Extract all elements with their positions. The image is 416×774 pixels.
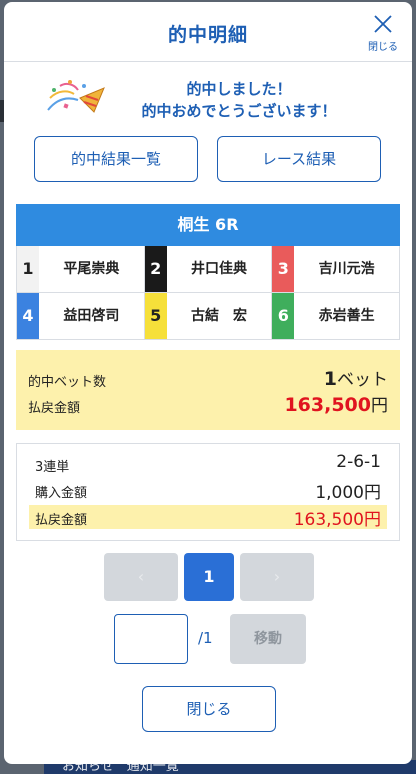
current-page-button[interactable]: 1 bbox=[184, 553, 234, 601]
next-page-button[interactable]: › bbox=[240, 553, 314, 601]
modal-header: 的中明細 閉じる bbox=[4, 2, 412, 62]
pagination: ‹ 1 › bbox=[104, 553, 314, 603]
race-result-button[interactable]: レース結果 bbox=[217, 136, 381, 182]
racer-grid: 1 平尾崇典 2 井口佳典 3 吉川元浩 4 益田啓司 5 古結 宏 6 赤岩善生 bbox=[16, 246, 400, 340]
hit-message-line1: 的中しました！ bbox=[186, 80, 292, 98]
move-button[interactable]: 移動 bbox=[230, 614, 306, 664]
close-button[interactable]: 閉じる bbox=[142, 686, 276, 732]
racer-number: 5 bbox=[144, 293, 167, 339]
bet-detail: 3連単 2-6-1 購入金額 1,000円 払戻金額 163,500円 bbox=[16, 443, 400, 541]
racer-cell: 2 井口佳典 bbox=[144, 246, 273, 293]
hit-detail-modal: 的中明細 閉じる 的中しました！ 的中おめでとうございます！ 的中結果一覧 レー… bbox=[4, 2, 412, 764]
racer-name: 井口佳典 bbox=[190, 261, 247, 277]
race-card: 桐生 6R 1 平尾崇典 2 井口佳典 3 吉川元浩 4 益田啓司 5 古結 宏 6 赤岩善生 bbox=[16, 204, 400, 340]
racer-name: 古結 宏 bbox=[190, 308, 247, 324]
party-popper-icon bbox=[47, 80, 105, 113]
hit-summary: 的中ベット数 1ベット 払戻金額 163,500円 bbox=[16, 350, 400, 430]
prev-page-button[interactable]: ‹ bbox=[104, 553, 178, 601]
page-jump: /1 移動 bbox=[114, 614, 309, 666]
bet-combination: 2-6-1 bbox=[336, 452, 381, 472]
close-icon bbox=[374, 15, 392, 33]
payout-label: 払戻金額 bbox=[28, 401, 81, 416]
racer-number: 3 bbox=[272, 246, 295, 292]
detail-payout-row: 払戻金額 163,500円 bbox=[29, 505, 387, 530]
bet-type: 3連単 bbox=[35, 460, 70, 475]
hit-message: 的中しました！ 的中おめでとうございます！ bbox=[44, 74, 374, 128]
hit-bets-row: 的中ベット数 1ベット bbox=[28, 364, 388, 390]
purchase-value: 1,000円 bbox=[315, 483, 381, 503]
racer-cell: 1 平尾崇典 bbox=[17, 246, 145, 293]
purchase-label: 購入金額 bbox=[35, 486, 88, 501]
racer-cell: 4 益田啓司 bbox=[17, 293, 145, 340]
racer-cell: 3 吉川元浩 bbox=[272, 246, 400, 293]
hit-message-line2: 的中おめでとうございます！ bbox=[141, 102, 337, 120]
racer-number: 6 bbox=[272, 293, 295, 339]
racer-name: 益田啓司 bbox=[63, 308, 120, 324]
hit-message-text: 的中しました！ 的中おめでとうございます！ bbox=[104, 78, 374, 122]
racer-name: 平尾崇典 bbox=[63, 261, 120, 277]
racer-number: 2 bbox=[144, 246, 167, 292]
result-buttons: 的中結果一覧 レース結果 bbox=[34, 136, 382, 182]
close-x-label: 閉じる bbox=[368, 42, 398, 53]
bet-type-row: 3連単 2-6-1 bbox=[29, 452, 387, 476]
close-x-button[interactable]: 閉じる bbox=[366, 12, 400, 56]
hit-result-list-button[interactable]: 的中結果一覧 bbox=[34, 136, 198, 182]
race-title: 桐生 6R bbox=[16, 204, 400, 246]
hit-bets-value: 1ベット bbox=[323, 368, 388, 390]
racer-name: 吉川元浩 bbox=[318, 261, 375, 277]
payout-row: 払戻金額 163,500円 bbox=[28, 390, 388, 416]
racer-number: 1 bbox=[17, 246, 39, 292]
purchase-row: 購入金額 1,000円 bbox=[29, 478, 387, 503]
racer-cell: 5 古結 宏 bbox=[144, 293, 273, 340]
racer-name: 赤岩善生 bbox=[318, 308, 375, 324]
page-number-input[interactable] bbox=[114, 614, 188, 664]
total-pages: /1 bbox=[198, 629, 213, 647]
hit-bets-label: 的中ベット数 bbox=[28, 375, 107, 390]
payout-value: 163,500円 bbox=[284, 394, 388, 416]
detail-payout-value: 163,500円 bbox=[293, 510, 381, 530]
detail-payout-label: 払戻金額 bbox=[35, 513, 88, 528]
racer-cell: 6 赤岩善生 bbox=[272, 293, 400, 340]
modal-title: 的中明細 bbox=[167, 24, 248, 46]
racer-number: 4 bbox=[17, 293, 39, 339]
